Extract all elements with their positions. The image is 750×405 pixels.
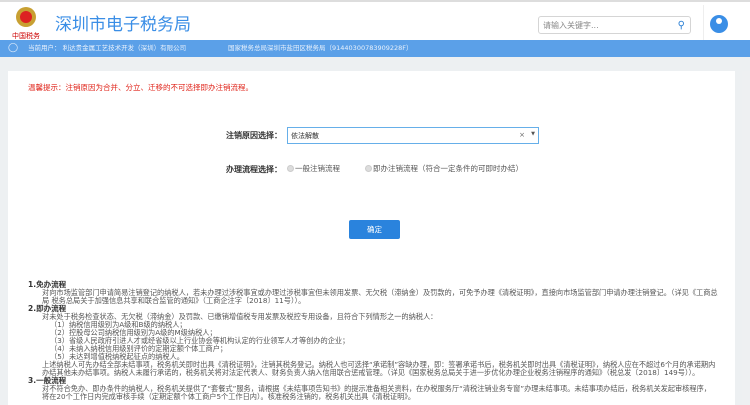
radio-general-process[interactable]: 一般注销流程 — [287, 163, 340, 174]
radio-icon[interactable] — [365, 165, 372, 172]
search-icon[interactable]: ⚲ — [678, 20, 685, 31]
current-user: 当前用户： 利达贵金属工艺技术开发（深圳）有限公司 — [28, 44, 187, 52]
user-avatar-icon[interactable] — [710, 15, 728, 33]
note-line: 对不符合免办、即办条件的纳税人，税务机关提供了“套餐式”服务，请根据《未结事项告… — [42, 384, 711, 401]
scrollbar[interactable] — [742, 71, 750, 405]
reason-label: 注销原因选择： — [226, 131, 282, 140]
radio-label: 即办注销流程（符合一定条件的可即时办结） — [373, 164, 523, 173]
main-panel: 温馨提示：注销原因为合并、分立、迁移的不可选择即办注销流程。 注销原因选择： 依… — [8, 71, 735, 405]
svg-text:中国税务: 中国税务 — [12, 31, 40, 40]
radio-instant-process[interactable]: 即办注销流程（符合一定条件的可即时办结） — [365, 163, 523, 174]
warning-text: 温馨提示：注销原因为合并、分立、迁移的不可选择即办注销流程。 — [28, 83, 253, 92]
note-line: 上述纳税人可先办结全部未结事项，税务机关即时出具《清税证明》，注销其税务登记。纳… — [42, 360, 716, 377]
radio-label: 一般注销流程 — [295, 164, 340, 173]
note-line: 对向市场监管部门申请简易注销登记的纳税人，若未办理过涉税事宜或办理过涉税事宜但未… — [42, 288, 718, 305]
tax-emblem-logo: 中国税务 — [12, 7, 40, 40]
header: 中国税务 深圳市电子税务局 请输入关键字... ⚲ — [0, 0, 750, 42]
user-info-bar: ◯ 当前用户： 利达贵金属工艺技术开发（深圳）有限公司 国家税务总局深圳市盐田区… — [0, 40, 750, 57]
site-title: 深圳市电子税务局 — [55, 15, 191, 35]
radio-icon[interactable] — [287, 165, 294, 172]
user-icon: ◯ — [8, 43, 19, 53]
process-notes: 1.免办流程 对向市场监管部门申请简易注销登记的纳税人，若未办理过涉税事宜或办理… — [28, 281, 718, 401]
divider — [703, 5, 704, 42]
clear-icon[interactable]: × — [519, 131, 525, 139]
search-placeholder: 请输入关键字... — [543, 21, 599, 30]
reason-value: 依法解散 — [291, 132, 319, 140]
process-label: 办理流程选择： — [226, 165, 282, 174]
reason-select[interactable]: 依法解散 × ▼ — [287, 127, 539, 144]
chevron-down-icon[interactable]: ▼ — [531, 131, 535, 137]
search-input[interactable]: 请输入关键字... ⚲ — [538, 16, 691, 34]
confirm-button[interactable]: 确定 — [349, 220, 400, 239]
tax-office: 国家税务总局深圳市盐田区税务局（91440300783909228F） — [228, 44, 413, 52]
